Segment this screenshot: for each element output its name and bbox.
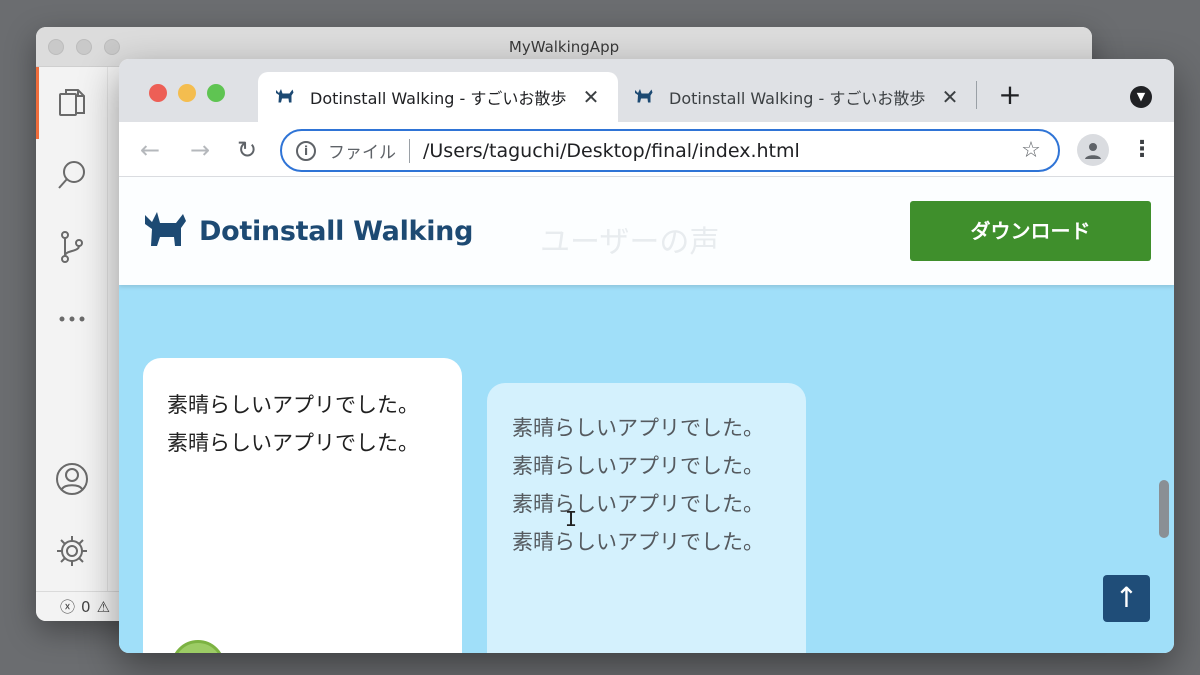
testimonial-card: 素晴らしいアプリでした。素晴らしいアプリでした。素晴らしいアプリでした。素晴らし…: [487, 383, 806, 653]
tab-title: Dotinstall Walking - すごいお散歩: [669, 89, 926, 108]
testimonial-text: 素晴らしいアプリでした。素晴らしいアプリでした。: [167, 393, 419, 455]
omnibox-divider: [409, 138, 410, 163]
tab-search-icon[interactable]: ▼: [1130, 86, 1152, 108]
logo-text: Dotinstall Walking: [199, 215, 474, 247]
browser-toolbar: ← → ↻ i ファイル /Users/taguchi/Desktop/fina…: [119, 122, 1174, 177]
address-bar[interactable]: i ファイル /Users/taguchi/Desktop/final/inde…: [280, 129, 1060, 172]
url-scheme-label: ファイル: [328, 143, 396, 163]
more-icon[interactable]: [50, 297, 94, 341]
vscode-activity-bar: [36, 67, 108, 591]
error-icon[interactable]: ⓧ: [60, 596, 75, 617]
tab-close-icon[interactable]: ✕: [939, 86, 961, 108]
activity-active-indicator: [36, 67, 39, 139]
avatar: [171, 640, 225, 653]
tab-strip: Dotinstall Walking - すごいお散歩 ✕ Dotinstall…: [119, 59, 1174, 122]
back-arrow-icon[interactable]: ←: [135, 135, 165, 165]
back-to-top-button[interactable]: ↑: [1103, 575, 1150, 622]
dog-favicon-icon: [276, 89, 294, 103]
tab-title: Dotinstall Walking - すごいお散歩: [310, 89, 567, 108]
tab-separator: [976, 81, 977, 109]
scrollbar-thumb[interactable]: [1159, 480, 1169, 538]
settings-icon[interactable]: [50, 529, 94, 573]
download-button[interactable]: ダウンロード: [910, 201, 1151, 261]
profile-avatar-icon[interactable]: [1077, 134, 1109, 166]
window-close-button[interactable]: [149, 84, 167, 102]
site-header: Dotinstall Walking ユーザーの声 ダウンロード: [119, 177, 1174, 285]
files-icon[interactable]: [50, 81, 94, 125]
window-minimize-button[interactable]: [178, 84, 196, 102]
browser-tab-active[interactable]: Dotinstall Walking - すごいお散歩 ✕: [258, 72, 618, 122]
testimonial-text: 素晴らしいアプリでした。素晴らしいアプリでした。素晴らしいアプリでした。素晴らし…: [512, 416, 764, 554]
site-logo[interactable]: Dotinstall Walking: [143, 211, 473, 251]
text-cursor-icon: I: [565, 507, 578, 531]
new-tab-button[interactable]: +: [996, 81, 1024, 109]
search-icon[interactable]: [50, 153, 94, 197]
forward-arrow-icon[interactable]: →: [185, 135, 215, 165]
source-control-icon[interactable]: [50, 225, 94, 269]
warning-icon[interactable]: ⚠: [97, 598, 110, 616]
reload-icon[interactable]: ↻: [232, 135, 262, 165]
web-page: Dotinstall Walking ユーザーの声 ダウンロード 素晴らしいアプ…: [119, 177, 1174, 653]
testimonial-card: 素晴らしいアプリでした。素晴らしいアプリでした。: [143, 358, 462, 653]
window-maximize-button[interactable]: [207, 84, 225, 102]
bookmark-star-icon[interactable]: ☆: [1018, 138, 1044, 163]
url-text[interactable]: /Users/taguchi/Desktop/final/index.html: [423, 140, 1018, 162]
dog-favicon-icon: [635, 89, 653, 103]
browser-menu-icon[interactable]: ⋮: [1131, 135, 1153, 165]
browser-tab[interactable]: Dotinstall Walking - すごいお散歩 ✕: [617, 72, 977, 122]
section-title: ユーザーの声: [540, 225, 720, 260]
window-controls: [149, 84, 225, 102]
account-icon[interactable]: [50, 457, 94, 501]
vscode-window-title: MyWalkingApp: [508, 38, 620, 56]
info-icon[interactable]: i: [296, 140, 316, 161]
tab-close-icon[interactable]: ✕: [580, 86, 602, 108]
browser-window: Dotinstall Walking - すごいお散歩 ✕ Dotinstall…: [119, 59, 1174, 653]
dog-logo-icon: [145, 212, 186, 246]
error-count[interactable]: 0: [81, 598, 91, 616]
